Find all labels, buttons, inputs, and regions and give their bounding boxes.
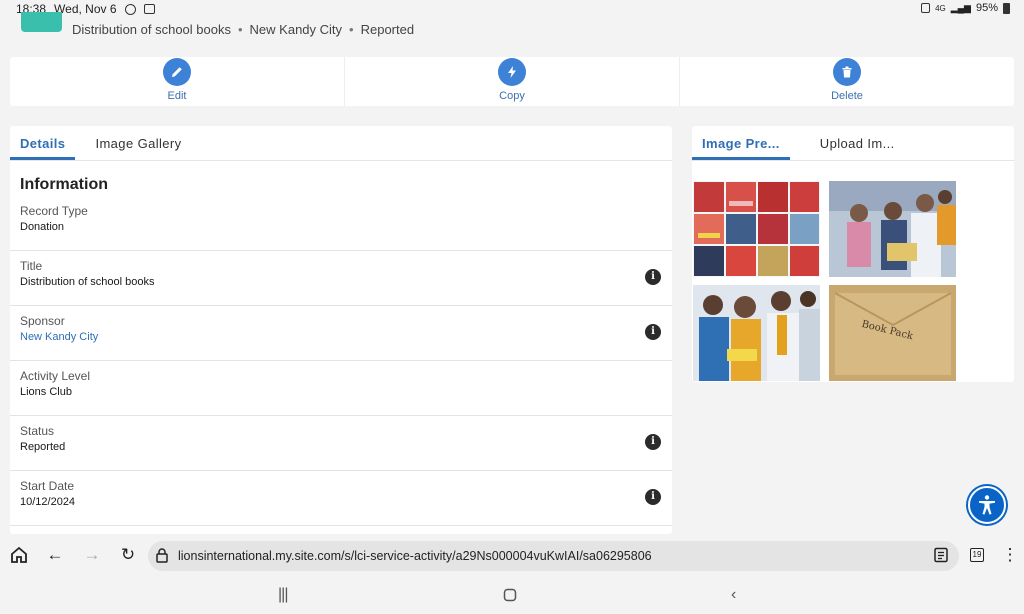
url-text: lionsinternational.my.site.com/s/lci-ser… xyxy=(178,549,652,563)
pencil-icon xyxy=(163,58,191,86)
back-nav-icon[interactable]: ‹ xyxy=(731,586,736,604)
field-label: Title xyxy=(20,259,43,273)
mail-icon xyxy=(143,4,155,14)
lock-icon xyxy=(155,548,169,568)
field-record-type: Record Type Donation xyxy=(10,196,672,251)
home-nav-icon[interactable] xyxy=(503,588,517,607)
field-value: Distribution of school books xyxy=(20,276,155,288)
tab-image-gallery[interactable]: Image Gallery xyxy=(85,126,191,160)
sponsor-link[interactable]: New Kandy City xyxy=(20,331,98,343)
field-value: 10/12/2024 xyxy=(20,496,76,508)
tab-details[interactable]: Details xyxy=(10,126,76,160)
breadcrumb: Distribution of school books • New Kandy… xyxy=(72,22,414,37)
signal-icon: ▂▄▆ xyxy=(950,2,971,13)
field-label: Activity Level xyxy=(20,369,91,383)
info-icon[interactable]: i xyxy=(645,269,661,285)
action-bar: Edit Copy Delete xyxy=(10,57,1014,106)
info-icon[interactable]: i xyxy=(645,434,661,450)
system-nav-bar: ||| ‹ xyxy=(0,576,1024,614)
breadcrumb-sponsor: New Kandy City xyxy=(249,22,343,37)
delete-button[interactable]: Delete xyxy=(680,57,1014,106)
image-tabs: Image Pre... Upload Im... xyxy=(692,126,1014,161)
delete-label: Delete xyxy=(831,90,863,102)
status-bar: 18:38 Wed, Nov 6 4G ▂▄▆ 95% xyxy=(0,0,1024,18)
field-sponsor: Sponsor New Kandy City i xyxy=(10,306,672,361)
field-label: Record Type xyxy=(20,204,88,218)
image-thumbnail[interactable] xyxy=(693,181,820,277)
more-menu-icon[interactable]: ⋮ xyxy=(999,544,1021,566)
home-icon[interactable] xyxy=(8,544,30,566)
info-icon[interactable]: i xyxy=(645,489,661,505)
section-title: Information xyxy=(20,176,108,193)
image-thumbnail[interactable] xyxy=(693,285,820,381)
tab-count: 19 xyxy=(969,548,985,562)
details-card: Details Image Gallery Information Record… xyxy=(10,126,672,534)
copy-label: Copy xyxy=(499,90,525,102)
field-value: Reported xyxy=(20,441,66,453)
trash-icon xyxy=(833,58,861,86)
info-icon[interactable]: i xyxy=(645,324,661,340)
network-icon: 4G xyxy=(935,3,946,13)
browser-toolbar: ← → ↻ lionsinternational.my.site.com/s/l… xyxy=(0,536,1024,576)
field-label: Start Date xyxy=(20,479,75,493)
tab-image-preview[interactable]: Image Pre... xyxy=(692,126,790,160)
field-activity-level: Activity Level Lions Club xyxy=(10,361,672,416)
record-type-icon xyxy=(21,12,62,32)
breadcrumb-title: Distribution of school books xyxy=(72,22,231,37)
details-tabs: Details Image Gallery xyxy=(10,126,672,161)
accessibility-button[interactable] xyxy=(968,486,1006,524)
tabs-button[interactable]: 19 xyxy=(966,544,988,566)
reader-mode-icon[interactable] xyxy=(930,544,952,566)
field-value: Lions Club xyxy=(20,386,72,398)
accessibility-icon xyxy=(979,495,995,515)
field-start-date: Start Date 10/12/2024 i xyxy=(10,471,672,526)
reload-icon[interactable]: ↻ xyxy=(117,544,139,566)
recent-apps-icon[interactable]: ||| xyxy=(278,586,289,604)
breadcrumb-separator: • xyxy=(237,22,243,37)
edit-label: Edit xyxy=(167,90,187,102)
status-date: Wed, Nov 6 xyxy=(54,2,117,16)
field-label: Status xyxy=(20,424,55,438)
back-arrow-icon[interactable]: ← xyxy=(44,544,66,566)
image-thumbnail[interactable]: Book Pack xyxy=(829,285,956,381)
alarm-icon xyxy=(921,3,931,13)
record-header: Distribution of school books • New Kandy… xyxy=(0,12,1024,48)
whatsapp-icon xyxy=(124,3,136,15)
copy-button[interactable]: Copy xyxy=(345,57,680,106)
tab-upload-image[interactable]: Upload Im... xyxy=(796,126,905,160)
field-title: Title Distribution of school books i xyxy=(10,251,672,306)
breadcrumb-separator: • xyxy=(349,22,354,37)
address-bar[interactable]: lionsinternational.my.site.com/s/lci-ser… xyxy=(148,541,959,571)
lightning-icon xyxy=(498,58,526,86)
edit-button[interactable]: Edit xyxy=(10,57,345,106)
field-label: Sponsor xyxy=(20,314,65,328)
battery-icon xyxy=(1003,2,1010,14)
image-card: Image Pre... Upload Im... Book Pack xyxy=(692,126,1014,382)
forward-arrow-icon[interactable]: → xyxy=(81,544,103,566)
field-value: Donation xyxy=(20,221,65,233)
image-thumbnail[interactable] xyxy=(829,181,956,277)
field-status: Status Reported i xyxy=(10,416,672,471)
battery-percent: 95% xyxy=(975,2,998,14)
breadcrumb-status: Reported xyxy=(360,22,415,37)
